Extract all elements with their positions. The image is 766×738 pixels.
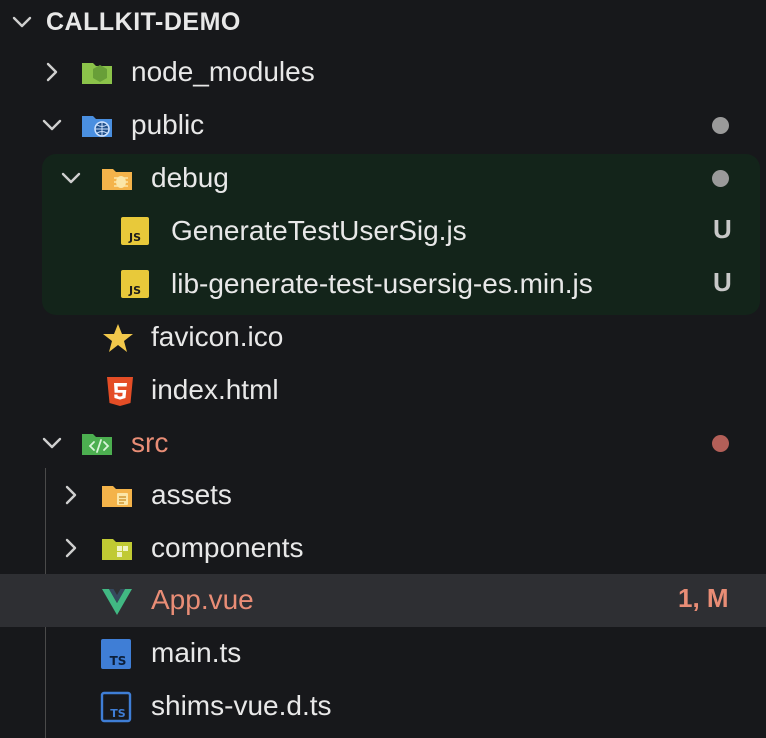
chevron-right-icon[interactable] xyxy=(59,483,83,507)
public-folder-icon xyxy=(82,116,112,137)
tree-item-label: GenerateTestUserSig.js xyxy=(171,215,467,246)
chevron-down-icon[interactable] xyxy=(40,431,64,455)
untracked-badge: U xyxy=(713,267,732,297)
html5-icon xyxy=(107,377,133,406)
tree-item-node-modules[interactable]: node_modules xyxy=(0,46,766,99)
tree-item-favicon[interactable]: favicon.ico xyxy=(0,311,766,364)
problems-modified-badge: 1, M xyxy=(678,583,729,613)
chevron-down-icon[interactable] xyxy=(40,113,64,137)
chevron-down-icon[interactable] xyxy=(59,166,83,190)
file-explorer: CALLKIT-DEMO node_modules public debug J… xyxy=(0,0,766,738)
tree-item-app-vue[interactable]: App.vue 1, M xyxy=(0,574,766,627)
tree-item-label: index.html xyxy=(151,374,279,405)
ts-file-icon: TS xyxy=(101,639,131,669)
tree-item-label: main.ts xyxy=(151,637,242,668)
js-file-icon: JS xyxy=(121,270,149,298)
tree-item-label: components xyxy=(151,532,304,563)
svg-text:JS: JS xyxy=(128,231,141,244)
tree-item-label: shims-vue.d.ts xyxy=(151,690,332,721)
chevron-down-icon[interactable] xyxy=(10,10,34,34)
tree-item-label: lib-generate-test-usersig-es.min.js xyxy=(171,268,593,299)
ts-file-icon: TS xyxy=(100,691,132,723)
tree-item-label: favicon.ico xyxy=(151,321,284,352)
vue-icon xyxy=(102,589,132,615)
tree-item-index-html[interactable]: index.html xyxy=(0,364,766,417)
tree-item-components[interactable]: components xyxy=(0,522,766,575)
tree-item-label: assets xyxy=(151,479,232,510)
tree-item-assets[interactable]: assets xyxy=(0,469,766,522)
tree-item-label: src xyxy=(131,427,169,458)
modified-dot xyxy=(712,170,729,187)
components-folder-icon xyxy=(102,539,132,560)
tree-item-lib-generate-test-usersig[interactable]: JS lib-generate-test-usersig-es.min.js U xyxy=(0,258,766,311)
tree-item-debug[interactable]: debug xyxy=(0,152,766,205)
svg-text:JS: JS xyxy=(128,284,141,297)
star-icon xyxy=(103,324,133,352)
tree-item-label: App.vue xyxy=(151,584,254,615)
debug-folder-icon xyxy=(102,169,132,190)
chevron-right-icon[interactable] xyxy=(59,536,83,560)
tree-item-src[interactable]: src xyxy=(0,417,766,470)
chevron-right-icon[interactable] xyxy=(40,60,64,84)
modified-dot xyxy=(712,435,729,452)
tree-item-label: public xyxy=(131,109,205,140)
modified-dot xyxy=(712,117,729,134)
src-folder-icon xyxy=(82,434,112,455)
svg-text:TS: TS xyxy=(110,707,126,720)
untracked-badge: U xyxy=(713,214,732,244)
node-folder-icon xyxy=(82,63,112,84)
tree-item-label: node_modules xyxy=(131,56,315,87)
js-file-icon: JS xyxy=(121,217,149,245)
tree-item-generate-test-user-sig[interactable]: JS GenerateTestUserSig.js U xyxy=(0,205,766,258)
assets-folder-icon xyxy=(102,486,132,507)
explorer-header[interactable]: CALLKIT-DEMO xyxy=(0,0,766,44)
project-title: CALLKIT-DEMO xyxy=(46,8,241,36)
tree-item-public[interactable]: public xyxy=(0,99,766,152)
tree-item-shims-vue[interactable]: TS shims-vue.d.ts xyxy=(0,680,766,733)
tree-item-label: debug xyxy=(151,162,229,193)
svg-text:TS: TS xyxy=(110,654,127,668)
tree-item-main-ts[interactable]: TS main.ts xyxy=(0,627,766,680)
